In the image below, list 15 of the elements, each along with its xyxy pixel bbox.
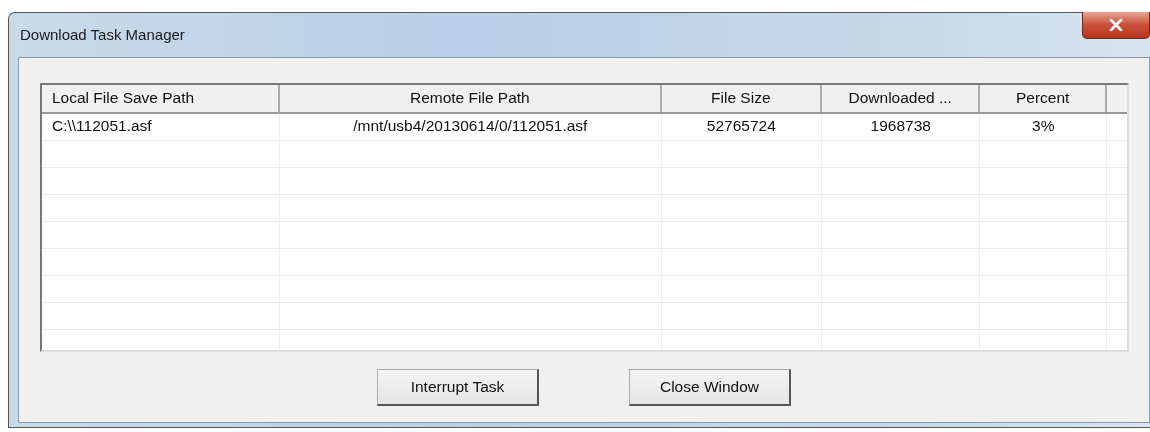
column-header[interactable]: Percent bbox=[980, 85, 1107, 112]
window-title: Download Task Manager bbox=[20, 26, 185, 43]
table-cell: 52765724 bbox=[661, 114, 822, 140]
table-cell: C:\\112051.asf bbox=[42, 114, 281, 140]
column-header[interactable]: Remote File Path bbox=[280, 85, 662, 112]
column-header[interactable]: File Size bbox=[661, 85, 822, 112]
column-header[interactable]: Downloaded ... bbox=[822, 85, 981, 112]
table-cell: 1968738 bbox=[822, 114, 981, 140]
close-icon bbox=[1109, 19, 1123, 31]
table-cell: /mnt/usb4/20130614/0/112051.asf bbox=[280, 114, 662, 140]
close-window-button[interactable]: Close Window bbox=[629, 369, 791, 406]
close-button[interactable] bbox=[1082, 12, 1150, 39]
interrupt-task-button[interactable]: Interrupt Task bbox=[377, 369, 539, 406]
column-header[interactable]: Local File Save Path bbox=[42, 85, 281, 112]
table-cell: 3% bbox=[980, 114, 1107, 140]
